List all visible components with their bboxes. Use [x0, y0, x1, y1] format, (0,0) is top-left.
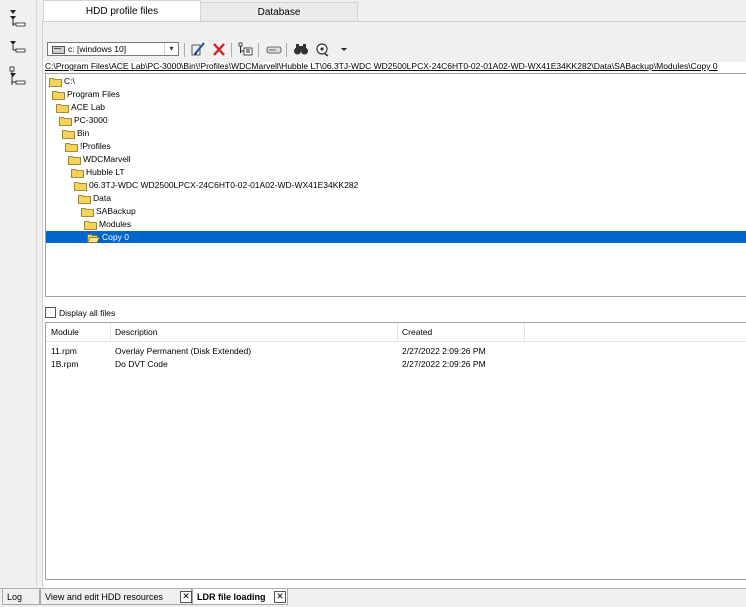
main-panel: c: [windows 10] ▾ C:\Program Files\ACE L… [42, 21, 746, 588]
column-divider[interactable] [397, 323, 398, 341]
tree-item-label: SABackup [96, 206, 136, 216]
drive-select-value: c: [windows 10] [68, 44, 127, 54]
folder-icon [81, 207, 94, 217]
display-all-files-label: Display all files [59, 307, 116, 318]
tree-item[interactable]: Bin [62, 127, 89, 139]
tree-item[interactable]: Data [78, 192, 111, 204]
column-header-created[interactable]: Created [402, 327, 432, 337]
tools-dropdown-icon[interactable] [336, 42, 347, 57]
tree-item-label: Modules [99, 219, 132, 229]
folder-icon [62, 129, 75, 139]
folder-icon [59, 116, 72, 126]
cell-created: 2/27/2022 2:09:26 PM [402, 359, 486, 369]
open-folder-icon [86, 233, 101, 243]
tree-item[interactable]: PC-3000 [59, 114, 108, 126]
tree-item-label: Bin [77, 128, 90, 138]
delete-icon[interactable] [211, 42, 227, 57]
column-header-description[interactable]: Description [115, 327, 158, 337]
file-list[interactable]: Module Description Created 11.rpm Overla… [45, 322, 746, 580]
tab-log[interactable]: Log [2, 589, 40, 605]
table-row[interactable]: 1B.rpm Do DVT Code 2/27/2022 2:09:26 PM [46, 359, 746, 372]
tab-log-label: Log [7, 592, 23, 602]
tab-ldr-file-loading[interactable]: LDR file loading ✕ [192, 589, 288, 605]
checkbox-box[interactable] [45, 307, 56, 319]
folder-icon [49, 77, 62, 87]
tree-item[interactable]: Hubble LT [71, 166, 125, 178]
drive-icon [52, 46, 65, 54]
tree-item-label: 06.3TJ-WDC WD2500LPCX-24C6HT0-02-01A02-W… [89, 180, 359, 190]
tree-item-label: !Profiles [80, 141, 111, 151]
toolbar-separator [258, 43, 259, 57]
folder-icon [84, 220, 97, 230]
folder-tree[interactable]: C:\ Program Files ACE Lab PC-3000 Bin !P… [45, 73, 746, 297]
cell-module: 11.rpm [51, 346, 77, 356]
tree-item[interactable]: !Profiles [65, 140, 111, 152]
tree-item-label: ACE Lab [71, 102, 106, 112]
tree-item-label: Data [93, 193, 111, 203]
tree-item[interactable]: SABackup [81, 205, 136, 217]
cell-description: Overlay Permanent (Disk Extended) [115, 346, 252, 356]
tree-item-label: Program Files [67, 89, 120, 99]
cell-description: Do DVT Code [115, 359, 168, 369]
tree-item[interactable]: Modules [84, 218, 131, 230]
cell-created: 2/27/2022 2:09:26 PM [402, 346, 486, 356]
current-path: C:\Program Files\ACE Lab\PC-3000\Bin\!Pr… [45, 61, 718, 71]
close-icon[interactable]: ✕ [180, 591, 192, 603]
collapse-icon[interactable] [6, 38, 30, 60]
top-tabs: HDD profile files Database [42, 0, 746, 22]
column-divider[interactable] [524, 323, 525, 341]
tree-item-selected[interactable]: Copy 0 [46, 231, 746, 243]
folder-icon [71, 168, 84, 178]
column-header-module[interactable]: Module [51, 327, 79, 337]
toolbar-separator [286, 43, 287, 57]
folder-icon [68, 155, 81, 165]
chevron-down-icon[interactable]: ▾ [164, 43, 178, 55]
display-all-files-checkbox[interactable]: Display all files [45, 307, 115, 319]
folder-icon [65, 142, 78, 152]
tree-item-label: Copy 0 [102, 232, 129, 242]
folder-icon [74, 181, 87, 191]
tab-ldr-label: LDR file loading [197, 592, 266, 602]
expand-all-icon[interactable] [6, 8, 30, 30]
tree-item-label: WDCMarvell [83, 154, 131, 164]
toolbar-separator [184, 43, 185, 57]
tree-view-icon[interactable] [6, 66, 30, 88]
close-icon[interactable]: ✕ [274, 591, 286, 603]
folder-icon [56, 103, 69, 113]
tree-item[interactable]: ACE Lab [56, 101, 105, 113]
cell-module: 1B.rpm [51, 359, 79, 369]
bottom-tab-bar: Log View and edit HDD resources ✕ LDR fi… [0, 588, 746, 607]
table-row[interactable]: 11.rpm Overlay Permanent (Disk Extended)… [46, 346, 746, 359]
drive-icon[interactable] [266, 42, 282, 57]
tab-database[interactable]: Database [200, 2, 358, 22]
edit-icon[interactable] [190, 42, 206, 57]
tree-item[interactable]: C:\ [49, 75, 75, 87]
toolbar: c: [windows 10] ▾ [43, 22, 746, 62]
tree-item-label: C:\ [64, 76, 75, 86]
folder-icon [78, 194, 91, 204]
tree-item[interactable]: WDCMarvell [68, 153, 131, 165]
properties-icon[interactable] [238, 42, 254, 57]
tools-icon[interactable] [315, 42, 331, 57]
left-toolbar [0, 0, 37, 588]
column-divider[interactable] [110, 323, 111, 341]
tree-item-label: Hubble LT [86, 167, 125, 177]
tab-view-edit-hdd-resources[interactable]: View and edit HDD resources ✕ [40, 589, 192, 605]
folder-icon [52, 90, 65, 100]
drive-select[interactable]: c: [windows 10] ▾ [47, 42, 179, 56]
find-icon[interactable] [293, 42, 309, 57]
tab-view-edit-label: View and edit HDD resources [45, 592, 163, 602]
tab-hdd-profile-files[interactable]: HDD profile files [43, 0, 201, 22]
tree-item-label: PC-3000 [74, 115, 108, 125]
file-list-header: Module Description Created [46, 323, 746, 342]
tree-item[interactable]: 06.3TJ-WDC WD2500LPCX-24C6HT0-02-01A02-W… [74, 179, 358, 191]
tree-item[interactable]: Program Files [52, 88, 120, 100]
toolbar-separator [231, 43, 232, 57]
